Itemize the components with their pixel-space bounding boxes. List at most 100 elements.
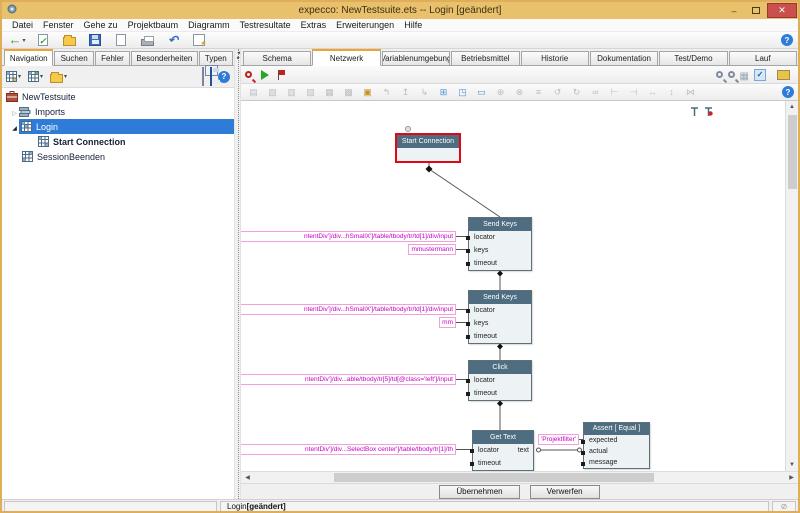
- close-button[interactable]: ✕: [767, 3, 797, 18]
- diagram-edit-tool-icon[interactable]: ↰: [377, 85, 396, 99]
- pin-timeout[interactable]: timeout: [469, 330, 531, 343]
- diagram-edit-tool-icon[interactable]: ∞: [586, 85, 605, 99]
- menu-gehe-zu[interactable]: Gehe zu: [79, 20, 123, 30]
- menu-testresultate[interactable]: Testresultate: [235, 20, 296, 30]
- selected-row-highlight[interactable]: Login: [19, 119, 234, 134]
- diagram-edit-tool-icon[interactable]: ⊢: [605, 85, 624, 99]
- menu-extras[interactable]: Extras: [296, 20, 332, 30]
- node-click[interactable]: Click locator timeout: [468, 360, 532, 401]
- diagram-edit-tool-icon[interactable]: ↕: [662, 85, 681, 99]
- print-icon[interactable]: [136, 32, 158, 48]
- add-block-icon[interactable]: [28, 71, 43, 82]
- diagram-edit-tool-icon[interactable]: ▧: [263, 85, 282, 99]
- pin-keys[interactable]: keys: [469, 317, 531, 330]
- pin-locator[interactable]: locator: [469, 231, 531, 244]
- pin-locator[interactable]: locator: [469, 374, 531, 387]
- pin-locator[interactable]: locator: [469, 304, 531, 317]
- undo-icon[interactable]: [162, 32, 184, 48]
- diagram-edit-tool-icon[interactable]: ▨: [301, 85, 320, 99]
- node-send-keys-1[interactable]: Send Keys locator keys timeout: [468, 217, 532, 271]
- diagram-edit-tool-icon[interactable]: ⋈: [681, 85, 700, 99]
- tab-besonderheiten[interactable]: Besonderheiten: [131, 51, 198, 65]
- apply-button[interactable]: Übernehmen: [439, 485, 519, 499]
- tree-item-login[interactable]: Login: [2, 119, 234, 134]
- menu-erweiterungen[interactable]: Erweiterungen: [331, 20, 399, 30]
- pin-expected[interactable]: expected: [584, 435, 649, 446]
- back-icon[interactable]: [6, 32, 28, 48]
- settings-tools-icon[interactable]: [188, 32, 210, 48]
- diagram-edit-tool-icon[interactable]: ▥: [282, 85, 301, 99]
- panel-splitter[interactable]: ◂▸: [234, 49, 241, 499]
- run-icon[interactable]: [261, 70, 269, 80]
- minimize-button[interactable]: –: [723, 4, 745, 17]
- expected-value-label[interactable]: 'Projektfilter': [538, 434, 579, 445]
- save-icon[interactable]: [84, 32, 106, 48]
- diagram-edit-tool-icon[interactable]: ◳: [453, 85, 472, 99]
- expander-collapsed-icon[interactable]: [10, 107, 19, 117]
- pin-locator[interactable]: locator text: [473, 444, 533, 457]
- zoom-in-icon[interactable]: [716, 71, 723, 78]
- diagram-edit-tool-icon[interactable]: ▭: [472, 85, 491, 99]
- new-folder-icon[interactable]: [50, 71, 67, 83]
- pin-keys[interactable]: keys: [469, 244, 531, 257]
- vertical-scrollbar[interactable]: ▲ ▼: [785, 101, 798, 471]
- expander-expanded-icon[interactable]: [10, 122, 19, 132]
- discard-button[interactable]: Verwerfen: [530, 485, 600, 499]
- node-send-keys-2[interactable]: Send Keys locator keys timeout: [468, 290, 532, 344]
- tab-schema[interactable]: Schema: [243, 51, 311, 65]
- diagram-edit-tool-icon[interactable]: ↥: [396, 85, 415, 99]
- maximize-button[interactable]: [745, 4, 767, 17]
- diagram-edit-tool-icon[interactable]: ⊣: [624, 85, 643, 99]
- tab-navigation[interactable]: Navigation: [4, 49, 53, 66]
- zoom-out-icon[interactable]: [728, 71, 735, 78]
- xpath-value-label[interactable]: ntentDiv']/div...hSmallX']/table/tbody/t…: [241, 304, 456, 315]
- debug-search-icon[interactable]: [245, 71, 252, 78]
- tab-fehler[interactable]: Fehler: [95, 51, 130, 65]
- tab-suchen[interactable]: Suchen: [54, 51, 93, 65]
- pin-timeout[interactable]: timeout: [473, 457, 533, 470]
- copy-window-icon[interactable]: [202, 68, 204, 86]
- splitter-arrows-icon[interactable]: ◂▸: [235, 51, 242, 61]
- scroll-right-icon[interactable]: ▶: [785, 472, 798, 484]
- diagram-edit-tool-icon[interactable]: ▩: [339, 85, 358, 99]
- pin-red-icon[interactable]: [704, 104, 713, 114]
- new-window-icon[interactable]: [110, 32, 132, 48]
- keys-value-label[interactable]: mm: [439, 317, 456, 328]
- diagram-edit-tool-icon[interactable]: ≡: [529, 85, 548, 99]
- tab-lauf[interactable]: Lauf: [729, 51, 797, 65]
- scroll-up-icon[interactable]: ▲: [786, 101, 799, 113]
- tab-historie[interactable]: Historie: [521, 51, 589, 65]
- node-get-text[interactable]: Get Text locator text timeout: [472, 430, 534, 471]
- new-block-icon[interactable]: [6, 71, 21, 82]
- diagram-edit-tool-icon[interactable]: ▦: [320, 85, 339, 99]
- scroll-left-icon[interactable]: ◀: [241, 472, 254, 484]
- tab-variablenumgebung[interactable]: Variablenumgebung: [382, 51, 450, 65]
- tree-item-newtestsuite[interactable]: NewTestsuite: [2, 89, 234, 104]
- tree-item-start-connection[interactable]: Start Connection: [2, 134, 234, 149]
- help-icon[interactable]: [782, 86, 794, 98]
- menu-hilfe[interactable]: Hilfe: [399, 20, 427, 30]
- menu-diagramm[interactable]: Diagramm: [183, 20, 235, 30]
- horizontal-scrollbar[interactable]: ◀ ▶: [241, 471, 798, 483]
- pin-text-output[interactable]: text: [518, 444, 529, 457]
- diagram-edit-tool-icon[interactable]: ↔: [643, 85, 662, 99]
- pin-timeout[interactable]: timeout: [469, 387, 531, 400]
- pin-blue-icon[interactable]: [690, 104, 699, 114]
- new-document-check-icon[interactable]: [32, 32, 54, 48]
- scroll-down-icon[interactable]: ▼: [786, 459, 799, 471]
- diagram-edit-tool-icon[interactable]: ↺: [548, 85, 567, 99]
- diagram-edit-tool-icon[interactable]: ▤: [244, 85, 263, 99]
- tab-test-demo[interactable]: Test/Demo: [659, 51, 727, 65]
- tab-betriebsmittel[interactable]: Betriebsmittel: [451, 51, 519, 65]
- save-icon[interactable]: [210, 68, 212, 86]
- diagram-edit-tool-icon[interactable]: ↳: [415, 85, 434, 99]
- diagram-edit-tool-icon[interactable]: ⊗: [510, 85, 529, 99]
- diagram-edit-tool-icon[interactable]: ⊕: [491, 85, 510, 99]
- xpath-value-label[interactable]: ntentDiv']/div...hSmallX']/table/tbody/t…: [241, 231, 456, 242]
- xpath-value-label[interactable]: ntentDiv']/div...able/tbody/tr[5]/td[@cl…: [241, 374, 456, 385]
- tree-item-imports[interactable]: Imports: [2, 104, 234, 119]
- tab-typen[interactable]: Typen: [199, 51, 233, 65]
- tree-item-sessionbeenden[interactable]: SessionBeenden: [2, 149, 234, 164]
- menu-datei[interactable]: Datei: [7, 20, 38, 30]
- keys-value-label[interactable]: mmustermann: [408, 244, 456, 255]
